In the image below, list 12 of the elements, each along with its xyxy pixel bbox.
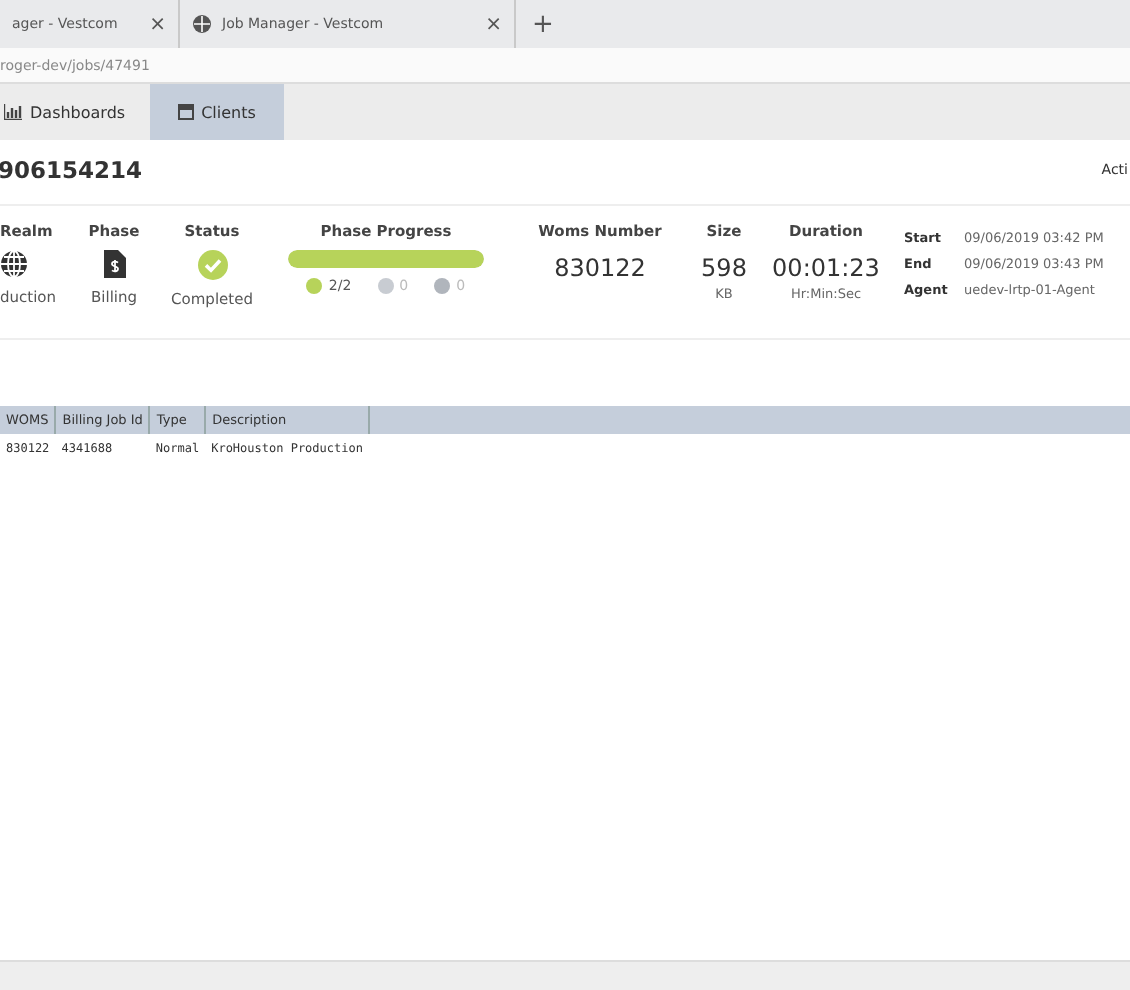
globe-icon [192, 14, 212, 34]
close-icon[interactable]: × [485, 13, 502, 35]
new-tab-button[interactable]: + [532, 9, 554, 39]
bar-chart-icon [4, 104, 22, 120]
woms-number: 830122 [554, 254, 646, 282]
close-icon[interactable]: × [149, 13, 166, 35]
calendar-icon [177, 104, 194, 120]
duration-value: 00:01:23 [772, 254, 880, 282]
nav-tab[interactable]: Clients [149, 84, 284, 140]
nav-tab[interactable]: Dashboards [0, 84, 150, 140]
size-value: 598 [701, 254, 747, 282]
invoice-icon [103, 250, 125, 278]
